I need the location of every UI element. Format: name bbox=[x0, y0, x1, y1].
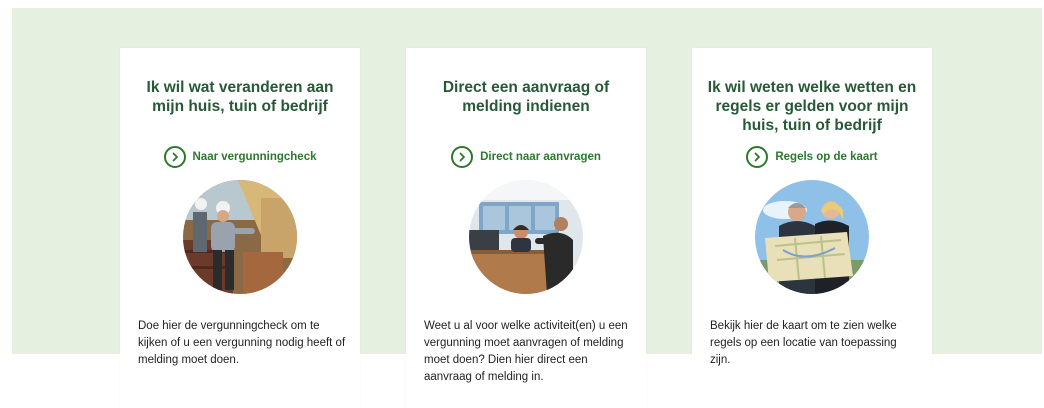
cta-label: Regels op de kaart bbox=[775, 151, 878, 163]
card-title: Ik wil wat veranderen aan mijn huis, tui… bbox=[146, 79, 334, 115]
card-title: Direct een aanvraag of melding indienen bbox=[442, 79, 610, 115]
page: Ik wil wat veranderen aan mijn huis, tui… bbox=[0, 0, 1044, 408]
card-title: Ik wil weten welke wetten en regels er g… bbox=[707, 79, 917, 134]
card-description: Bekijk hier de kaart om te zien welke re… bbox=[710, 320, 897, 366]
regels-kaart-link[interactable]: Regels op de kaart bbox=[692, 146, 932, 168]
card-aanvraag: Direct een aanvraag of melding indienen … bbox=[406, 48, 646, 408]
construction-workers-photo bbox=[183, 180, 297, 294]
card-regels: Ik wil weten welke wetten en regels er g… bbox=[692, 48, 932, 408]
service-desk-photo bbox=[469, 180, 583, 294]
aanvragen-link[interactable]: Direct naar aanvragen bbox=[406, 146, 646, 168]
cta-label: Naar vergunningcheck bbox=[192, 151, 317, 163]
chevron-right-circle-icon bbox=[451, 146, 474, 168]
chevron-right-circle-icon bbox=[163, 146, 186, 168]
vergunningcheck-link[interactable]: Naar vergunningcheck bbox=[120, 146, 360, 168]
card-vergunningcheck: Ik wil wat veranderen aan mijn huis, tui… bbox=[120, 48, 360, 408]
cta-label: Direct naar aanvragen bbox=[480, 151, 601, 163]
people-reading-map-photo bbox=[755, 180, 869, 294]
card-description: Doe hier de vergunningcheck om te kijken… bbox=[138, 320, 346, 366]
card-description: Weet u al voor welke activiteit(en) u ee… bbox=[424, 320, 628, 383]
chevron-right-circle-icon bbox=[746, 146, 769, 168]
